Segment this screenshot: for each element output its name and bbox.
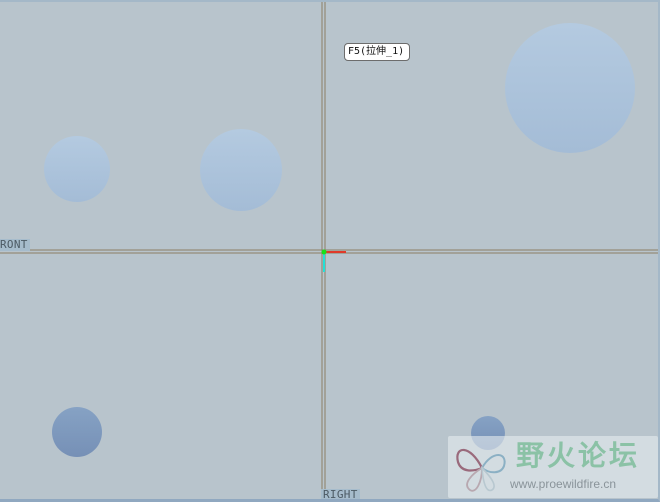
front-datum-label[interactable]: RONT bbox=[0, 239, 30, 251]
sketch-circle[interactable] bbox=[505, 23, 635, 153]
forum-watermark: 野火论坛 www.proewildfire.cn bbox=[448, 436, 658, 498]
watermark-title: 野火论坛 bbox=[516, 439, 641, 472]
right-datum-label[interactable]: RIGHT bbox=[321, 489, 360, 499]
graphics-viewport[interactable]: RONT RIGHT F5(拉伸_1) 野火论坛 www.proewildfir… bbox=[0, 0, 660, 502]
model-scene bbox=[0, 2, 658, 499]
sketch-circle[interactable] bbox=[44, 136, 110, 202]
butterfly-logo-icon bbox=[456, 448, 506, 492]
watermark-url: www.proewildfire.cn bbox=[510, 477, 617, 491]
feature-tooltip: F5(拉伸_1) bbox=[344, 43, 411, 61]
sketch-circle[interactable] bbox=[200, 129, 282, 211]
sketch-circle[interactable] bbox=[52, 407, 102, 457]
